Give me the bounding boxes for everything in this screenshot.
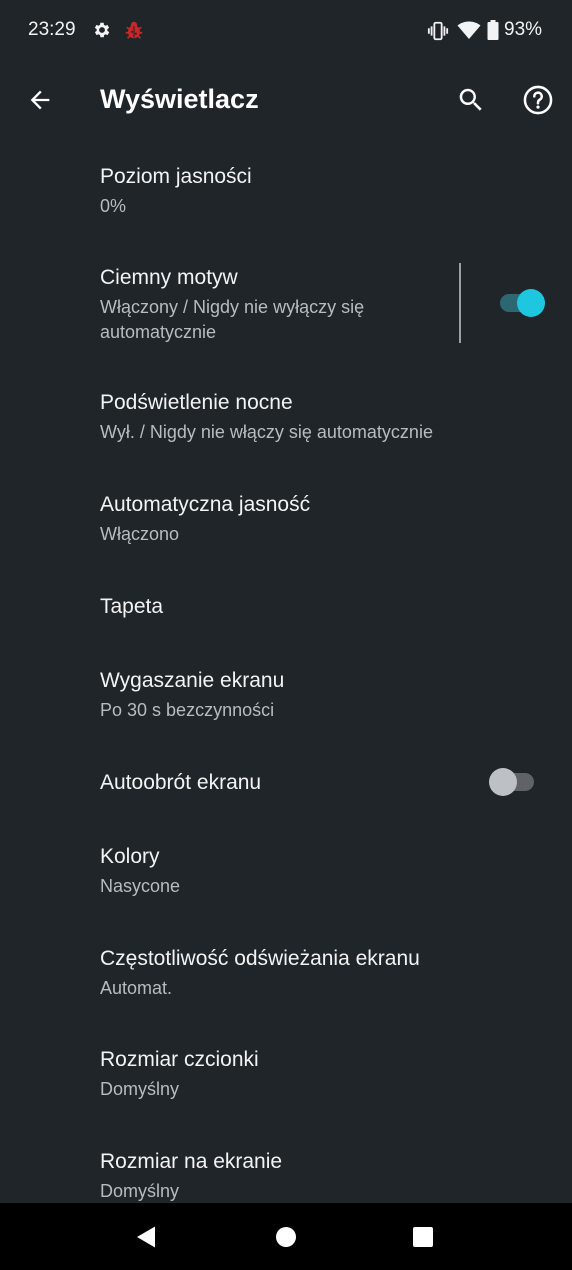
nav-back-button[interactable] [125,1215,169,1259]
help-icon [523,85,553,115]
setting-wallpaper[interactable]: Tapeta [0,578,572,642]
help-button[interactable] [516,78,560,122]
setting-auto-brightness[interactable]: Automatyczna jasność Włączono [0,478,572,570]
back-button[interactable] [18,78,62,122]
setting-title: Rozmiar na ekranie [100,1150,283,1173]
setting-display-size[interactable]: Rozmiar na ekranie Domyślny [0,1135,572,1203]
search-icon [459,88,482,111]
setting-subtitle: Włączono [100,524,180,544]
setting-title: Podświetlenie nocne [100,391,293,414]
nav-recents-icon [413,1227,433,1247]
status-time: 23:29 [28,19,76,40]
setting-subtitle: Nasycone [100,876,181,896]
setting-subtitle: Automat. [100,978,173,998]
navigation-bar [0,1203,572,1270]
setting-title: Wygaszanie ekranu [100,669,285,692]
nav-home-button[interactable] [264,1215,308,1259]
display-settings-screen: 23:29 93% Wyświetlacz Poziom jasności 0%… [0,0,572,1270]
setting-font-size[interactable]: Rozmiar czcionki Domyślny [0,1033,572,1125]
setting-title: Kolory [100,845,160,868]
setting-brightness-level[interactable]: Poziom jasności 0% [0,150,572,242]
back-arrow-icon [30,90,50,110]
auto-rotate-toggle[interactable] [486,765,538,799]
setting-subtitle: 0% [100,196,127,216]
page-title: Wyświetlacz [100,84,259,114]
setting-title: Rozmiar czcionki [100,1048,259,1071]
settings-gear-icon [94,22,110,38]
status-bar: 23:29 93% [0,0,572,62]
battery-icon [487,20,499,40]
app-bar: Wyświetlacz [0,62,572,138]
toggle-thumb [489,768,517,796]
search-button[interactable] [449,78,493,122]
dark-theme-toggle[interactable] [496,286,548,320]
setting-title: Automatyczna jasność [100,493,311,516]
setting-title: Częstotliwość odświeżania ekranu [100,947,420,970]
setting-subtitle: Włączony / Nigdy nie wyłączy się automat… [100,297,365,342]
battery-percent: 93% [504,19,543,40]
setting-night-light[interactable]: Podświetlenie nocne Wył. / Nigdy nie włą… [0,376,572,468]
setting-colors[interactable]: Kolory Nasycone [0,830,572,922]
setting-subtitle: Wył. / Nigdy nie włączy się automatyczni… [100,422,433,442]
vibrate-icon [427,21,449,41]
setting-screen-timeout[interactable]: Wygaszanie ekranu Po 30 s bezczynności [0,654,572,746]
bug-icon [125,21,143,39]
setting-refresh-rate[interactable]: Częstotliwość odświeżania ekranu Automat… [0,932,572,1024]
setting-title: Autoobrót ekranu [100,771,262,794]
setting-title: Ciemny motyw [100,266,238,289]
nav-home-icon [276,1227,296,1247]
wifi-icon [457,21,481,39]
setting-title: Poziom jasności [100,165,252,188]
setting-title: Tapeta [100,595,164,618]
nav-recents-button[interactable] [401,1215,445,1259]
setting-dark-theme[interactable]: Ciemny motyw Włączony / Nigdy nie wyłącz… [0,250,572,360]
setting-subtitle: Po 30 s bezczynności [100,700,275,720]
nav-back-icon [137,1226,155,1248]
divider [459,263,461,343]
toggle-thumb [517,289,545,317]
setting-subtitle: Domyślny [100,1181,180,1201]
setting-subtitle: Domyślny [100,1079,180,1099]
